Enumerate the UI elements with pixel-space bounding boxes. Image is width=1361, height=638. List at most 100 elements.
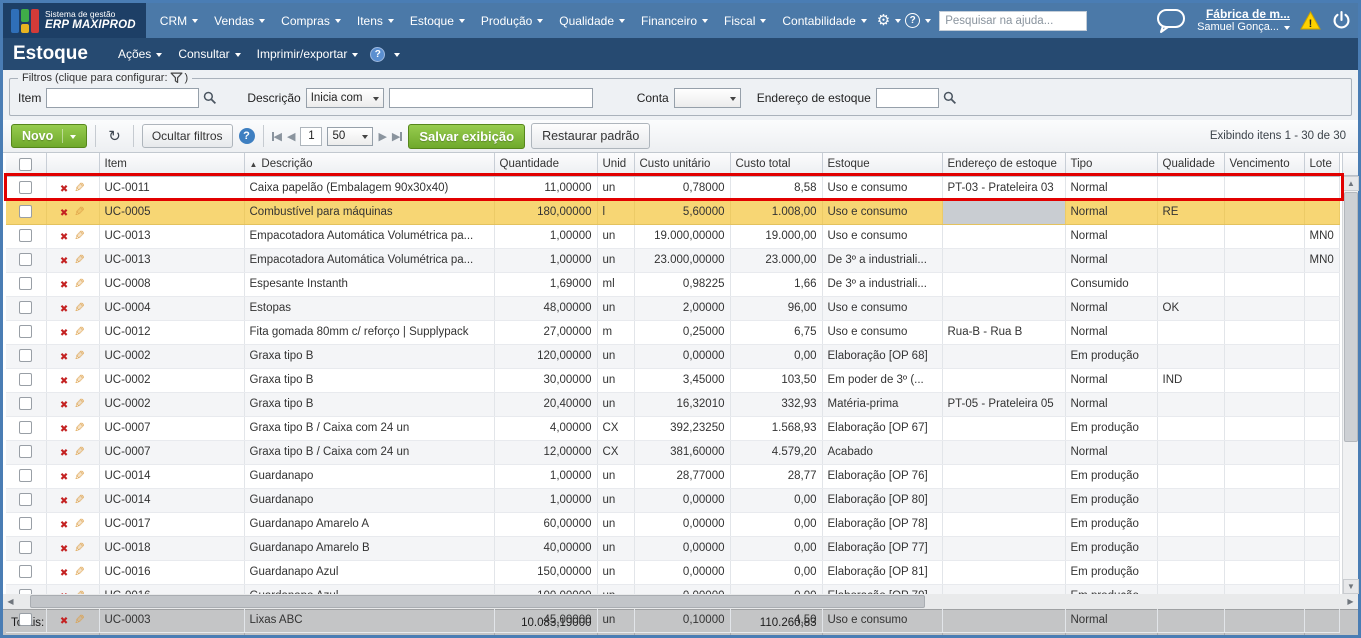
delete-icon[interactable]: ✖ [60, 232, 68, 243]
row-checkbox[interactable] [19, 565, 32, 578]
row-checkbox[interactable] [19, 493, 32, 506]
filters-legend[interactable]: Filtros (clique para configurar: ) [18, 72, 192, 84]
save-view-button[interactable]: Salvar exibição [408, 124, 525, 149]
table-row[interactable]: ✖✎UC-0011Caixa papelão (Embalagem 90x30x… [6, 176, 1339, 200]
endereco-filter-input[interactable] [876, 88, 939, 108]
row-checkbox[interactable] [19, 541, 32, 554]
app-logo[interactable]: Sistema de gestão ERP MAXIPROD [3, 3, 146, 38]
chat-bubble-icon[interactable] [1155, 8, 1187, 34]
new-button[interactable]: Novo [11, 124, 87, 148]
column-header-lote[interactable]: Lote [1304, 153, 1339, 176]
row-checkbox[interactable] [19, 349, 32, 362]
row-checkbox[interactable] [19, 277, 32, 290]
menu-vendas[interactable]: Vendas [206, 14, 273, 28]
menu-itens[interactable]: Itens [349, 14, 402, 28]
edit-pencil-icon[interactable]: ✎ [74, 321, 85, 342]
table-row[interactable]: ✖✎UC-0018Guardanapo Amarelo B40,00000un0… [6, 536, 1339, 560]
horizontal-scroll-thumb[interactable] [30, 595, 925, 608]
row-checkbox[interactable] [19, 397, 32, 410]
next-page-button[interactable]: ▶ [378, 130, 386, 143]
edit-pencil-icon[interactable]: ✎ [74, 177, 85, 198]
horizontal-scrollbar[interactable]: ◀ ▶ [3, 594, 1358, 609]
table-row[interactable]: ✖✎UC-0007Graxa tipo B / Caixa com 24 un1… [6, 440, 1339, 464]
edit-pencil-icon[interactable]: ✎ [74, 225, 85, 246]
row-checkbox[interactable] [19, 613, 32, 626]
row-checkbox[interactable] [19, 373, 32, 386]
menu-producao[interactable]: Produção [473, 14, 551, 28]
column-header-custo_total[interactable]: Custo total [730, 153, 822, 176]
delete-icon[interactable]: ✖ [60, 544, 68, 555]
table-row[interactable]: ✖✎UC-0002Graxa tipo B30,00000un3,4500010… [6, 368, 1339, 392]
edit-pencil-icon[interactable]: ✎ [74, 417, 85, 438]
refresh-button[interactable]: ↻ [104, 127, 125, 145]
menu-financeiro[interactable]: Financeiro [633, 14, 716, 28]
table-row[interactable]: ✖✎UC-0014Guardanapo1,00000un0,000000,00E… [6, 488, 1339, 512]
page-number-input[interactable]: 1 [300, 127, 322, 146]
column-header-vencimento[interactable]: Vencimento [1224, 153, 1304, 176]
row-checkbox[interactable] [19, 205, 32, 218]
select-all-checkbox[interactable] [19, 158, 32, 171]
delete-icon[interactable]: ✖ [60, 400, 68, 411]
row-checkbox[interactable] [19, 325, 32, 338]
edit-pencil-icon[interactable]: ✎ [74, 393, 85, 414]
menu-qualidade[interactable]: Qualidade [551, 14, 633, 28]
table-row[interactable]: ✖✎UC-0013Empacotadora Automática Volumét… [6, 248, 1339, 272]
column-header-qualidade[interactable]: Qualidade [1157, 153, 1224, 176]
delete-icon[interactable]: ✖ [60, 256, 68, 267]
column-header-unid[interactable]: Unid [597, 153, 634, 176]
item-filter-input[interactable] [46, 88, 199, 108]
row-checkbox[interactable] [19, 301, 32, 314]
menu-imprimir-exportar[interactable]: Imprimir/exportar [249, 47, 367, 61]
edit-pencil-icon[interactable]: ✎ [74, 609, 85, 630]
delete-icon[interactable]: ✖ [60, 448, 68, 459]
column-header-estoque[interactable]: Estoque [822, 153, 942, 176]
column-header-item[interactable]: Item [99, 153, 244, 176]
chevron-down-icon[interactable] [394, 53, 400, 60]
descricao-operator-select[interactable]: Inicia com [306, 88, 384, 108]
restore-default-button[interactable]: Restaurar padrão [531, 123, 650, 149]
descricao-filter-input[interactable] [389, 88, 593, 108]
delete-icon[interactable]: ✖ [60, 376, 68, 387]
page-size-select[interactable]: 50 [327, 127, 373, 146]
vertical-scroll-thumb[interactable] [1344, 192, 1358, 442]
menu-estoque[interactable]: Estoque [402, 14, 473, 28]
table-row[interactable]: ✖✎UC-0008Espesante Instanth1,69000ml0,98… [6, 272, 1339, 296]
warning-icon[interactable]: ! [1300, 11, 1321, 30]
delete-icon[interactable]: ✖ [60, 568, 68, 579]
last-page-button[interactable]: ▶ [392, 130, 402, 143]
scroll-left-button[interactable]: ◀ [3, 594, 18, 609]
table-row[interactable]: ✖✎UC-0005Combustível para máquinas180,00… [6, 200, 1339, 224]
delete-icon[interactable]: ✖ [60, 496, 68, 507]
scroll-down-button[interactable]: ▼ [1343, 579, 1359, 594]
menu-fiscal[interactable]: Fiscal [716, 14, 774, 28]
delete-icon[interactable]: ✖ [60, 304, 68, 315]
toolbar-help-icon[interactable]: ? [239, 128, 255, 144]
edit-pencil-icon[interactable]: ✎ [74, 273, 85, 294]
delete-icon[interactable]: ✖ [60, 616, 68, 627]
table-row[interactable]: ✖✎UC-0014Guardanapo1,00000un28,7700028,7… [6, 464, 1339, 488]
table-row[interactable]: ✖✎UC-0003Lixas ABC45,00000un0,100004,50U… [6, 608, 1339, 632]
endereco-search-icon[interactable] [943, 91, 957, 105]
delete-icon[interactable]: ✖ [60, 280, 68, 291]
column-header-tipo[interactable]: Tipo [1065, 153, 1157, 176]
column-header-descricao[interactable]: ▲Descrição [244, 153, 494, 176]
vertical-scrollbar[interactable]: ▲ ▼ [1342, 176, 1358, 594]
column-header-custo_unitario[interactable]: Custo unitário [634, 153, 730, 176]
settings-gear-icon[interactable]: ⚙ [877, 13, 901, 28]
menu-consultar[interactable]: Consultar [170, 47, 248, 61]
row-checkbox[interactable] [19, 181, 32, 194]
edit-pencil-icon[interactable]: ✎ [74, 441, 85, 462]
edit-pencil-icon[interactable]: ✎ [74, 201, 85, 222]
edit-pencil-icon[interactable]: ✎ [74, 345, 85, 366]
power-icon[interactable] [1331, 10, 1352, 31]
menu-crm[interactable]: CRM [152, 14, 206, 28]
row-checkbox[interactable] [19, 445, 32, 458]
menu-acoes[interactable]: Ações [110, 47, 170, 61]
menu-contabilidade[interactable]: Contabilidade [774, 14, 874, 28]
row-checkbox[interactable] [19, 469, 32, 482]
edit-pencil-icon[interactable]: ✎ [74, 561, 85, 582]
user-menu[interactable]: Samuel Gonça... [1197, 21, 1290, 33]
edit-pencil-icon[interactable]: ✎ [74, 297, 85, 318]
row-checkbox[interactable] [19, 421, 32, 434]
help-icon[interactable]: ? [905, 13, 931, 28]
